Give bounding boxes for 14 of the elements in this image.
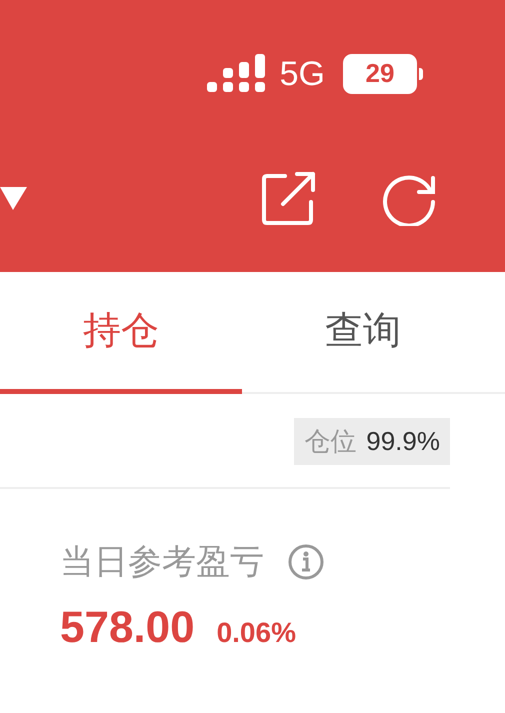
- info-icon[interactable]: [288, 544, 324, 580]
- pnl-percent: 0.06%: [216, 617, 296, 649]
- dropdown-icon[interactable]: [0, 185, 27, 211]
- signal-icon: [206, 54, 266, 93]
- position-label: 仓位: [304, 425, 356, 458]
- tab[interactable]: 持仓: [0, 272, 242, 394]
- share-button[interactable]: [261, 170, 317, 226]
- position-value: 99.9%: [366, 426, 440, 457]
- tab[interactable]: 查询: [242, 272, 484, 394]
- share-icon: [261, 170, 317, 226]
- battery-level: 29: [343, 54, 417, 94]
- pnl-label: 当日参考盈亏: [60, 542, 264, 583]
- network-type: 5G: [280, 56, 325, 90]
- pnl-value: 578.00: [60, 603, 195, 653]
